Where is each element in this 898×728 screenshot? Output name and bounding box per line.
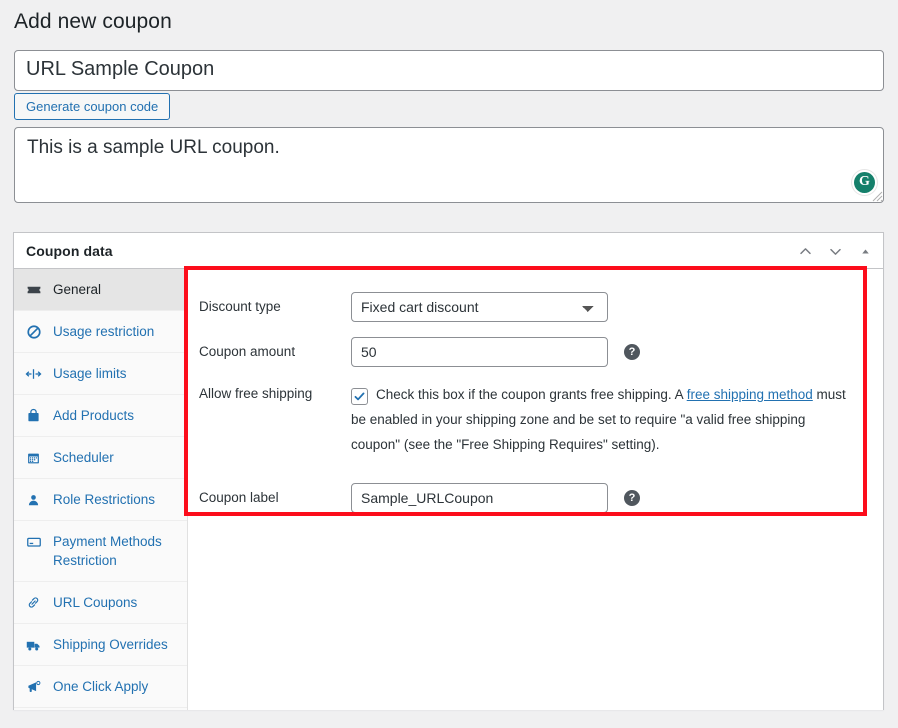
tab-general[interactable]: General — [14, 269, 187, 311]
tab-role-restrictions-label: Role Restrictions — [53, 492, 156, 507]
metabox-body: General Usage restriction Usage limits A… — [14, 269, 883, 710]
metabox-actions — [791, 233, 879, 269]
move-up-icon[interactable] — [791, 236, 819, 266]
coupon-label-input[interactable] — [351, 483, 608, 513]
coupon-code-input[interactable] — [14, 50, 884, 91]
user-icon — [25, 490, 42, 509]
allow-free-shipping-row: Allow free shipping Check this box if th… — [199, 379, 854, 457]
coupon-amount-input[interactable] — [351, 337, 608, 367]
allow-free-shipping-checkbox[interactable] — [351, 388, 368, 405]
calendar-icon — [25, 448, 42, 467]
textarea-resize-handle[interactable] — [869, 188, 883, 202]
tab-usage-limits-label: Usage limits — [53, 366, 127, 381]
coupon-data-metabox: Coupon data General Usage restriction Us… — [13, 232, 884, 710]
tab-usage-restriction-label: Usage restriction — [53, 324, 155, 339]
tab-general-label: General — [53, 282, 102, 297]
tab-usage-limits[interactable]: Usage limits — [14, 353, 187, 395]
tab-add-products[interactable]: Add Products — [14, 395, 187, 437]
tab-scheduler[interactable]: Scheduler — [14, 437, 187, 479]
coupon-label-help-icon[interactable]: ? — [624, 490, 640, 506]
tab-url-coupons-label: URL Coupons — [53, 595, 138, 610]
tab-usage-restriction[interactable]: Usage restriction — [14, 311, 187, 353]
megaphone-icon — [25, 677, 42, 696]
free-shipping-text-before: Check this box if the coupon grants free… — [376, 387, 687, 402]
coupon-description-wrap: This is a sample URL coupon. G — [14, 127, 884, 203]
toggle-panel-icon[interactable] — [851, 236, 879, 266]
no-entry-icon — [25, 322, 42, 341]
coupon-data-tabs: General Usage restriction Usage limits A… — [14, 269, 188, 710]
free-shipping-method-link[interactable]: free shipping method — [687, 387, 813, 402]
page-title: Add new coupon — [14, 10, 172, 33]
discount-type-label: Discount type — [199, 299, 281, 314]
truck-icon — [25, 635, 42, 654]
tab-url-coupons[interactable]: URL Coupons — [14, 582, 187, 624]
shopping-bag-icon — [25, 406, 42, 425]
tab-add-products-label: Add Products — [53, 408, 135, 423]
coupon-amount-row: Coupon amount ? — [199, 337, 640, 367]
tab-shipping-overrides-label: Shipping Overrides — [53, 637, 168, 652]
metabox-header: Coupon data — [14, 233, 883, 269]
coupon-code-field-wrap — [14, 50, 884, 91]
tab-payment-methods-restriction[interactable]: Payment Methods Restriction — [14, 521, 187, 582]
discount-type-row: Discount type Fixed cart discount — [199, 292, 608, 322]
generate-coupon-code-button[interactable]: Generate coupon code — [14, 93, 171, 120]
coupon-label-row: Coupon label ? — [199, 483, 640, 513]
coupon-label-label: Coupon label — [199, 490, 279, 505]
grammarly-icon-letter: G — [859, 174, 870, 189]
tab-one-click-apply[interactable]: One Click Apply — [14, 666, 187, 708]
tab-one-click-apply-label: One Click Apply — [53, 679, 149, 694]
tab-shipping-overrides[interactable]: Shipping Overrides — [14, 624, 187, 666]
tab-role-restrictions[interactable]: Role Restrictions — [14, 479, 187, 521]
link-icon — [25, 593, 42, 612]
discount-type-select[interactable]: Fixed cart discount — [351, 292, 608, 322]
allow-free-shipping-description: Check this box if the coupon grants free… — [351, 379, 854, 457]
limits-icon — [25, 364, 42, 383]
general-settings-panel: Discount type Fixed cart discount Coupon… — [188, 269, 883, 710]
allow-free-shipping-label: Allow free shipping — [199, 386, 313, 401]
tab-payment-methods-restriction-label: Payment Methods Restriction — [53, 534, 162, 568]
coupon-amount-label: Coupon amount — [199, 344, 296, 359]
move-down-icon[interactable] — [821, 236, 849, 266]
coupon-editor-page: Add new coupon Generate coupon code This… — [0, 0, 898, 728]
coupon-amount-help-icon[interactable]: ? — [624, 344, 640, 360]
ticket-icon — [25, 280, 42, 299]
metabox-title: Coupon data — [26, 242, 113, 259]
credit-card-icon — [25, 532, 42, 551]
tab-scheduler-label: Scheduler — [53, 450, 114, 465]
coupon-description-textarea[interactable]: This is a sample URL coupon. — [14, 127, 884, 203]
